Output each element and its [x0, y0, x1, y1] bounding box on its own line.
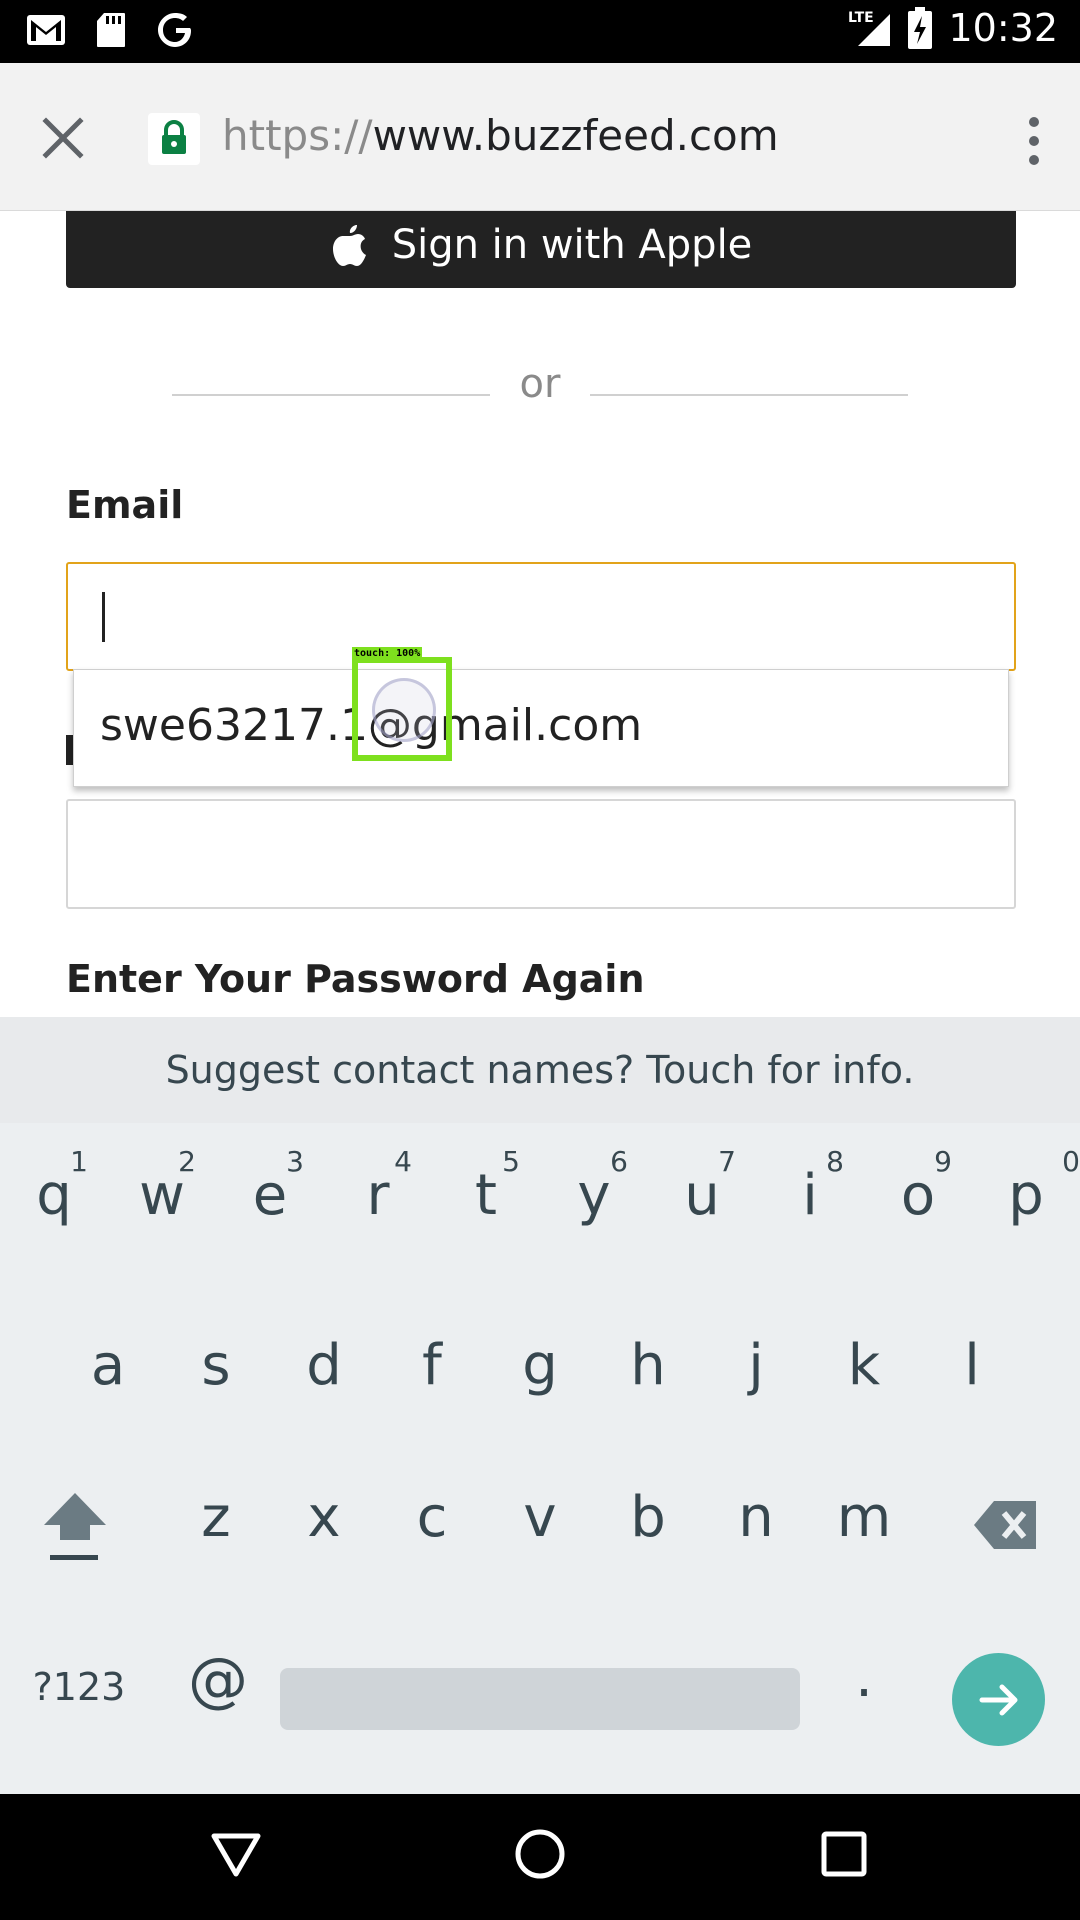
google-icon: [158, 13, 191, 47]
soft-keyboard: q1 w2 e3 r4 t5 y6 u7 i8 o9 p0 a s d f g …: [0, 1123, 1080, 1794]
key-q[interactable]: q1: [0, 1123, 108, 1283]
touch-indicator-box: [352, 657, 452, 761]
web-page: Sign in with Apple or Email Enter Your P…: [0, 211, 1080, 1017]
overflow-menu-icon[interactable]: [1016, 113, 1052, 169]
keyboard-row-3: z x c v b n m: [0, 1445, 1080, 1605]
autofill-dropdown[interactable]: swe63217.1@gmail.com: [73, 669, 1009, 787]
text-caret: [102, 592, 105, 642]
go-key[interactable]: [952, 1653, 1045, 1746]
arrow-right-icon: [979, 1684, 1017, 1715]
keyboard-row-2: a s d f g h j k l: [0, 1283, 1080, 1443]
key-z[interactable]: z: [162, 1445, 270, 1605]
key-e[interactable]: e3: [216, 1123, 324, 1283]
at-key[interactable]: @: [164, 1605, 272, 1765]
key-r[interactable]: r4: [324, 1123, 432, 1283]
sd-card-icon: [97, 13, 125, 47]
key-x[interactable]: x: [270, 1445, 378, 1605]
browser-toolbar: https://www.buzzfeed.com: [0, 63, 1080, 211]
key-u[interactable]: u7: [648, 1123, 756, 1283]
recents-icon[interactable]: [814, 1824, 874, 1884]
key-l[interactable]: l: [918, 1283, 1026, 1443]
home-icon[interactable]: [510, 1824, 570, 1884]
gmail-icon: [27, 15, 65, 45]
key-i[interactable]: i8: [756, 1123, 864, 1283]
email-field[interactable]: [66, 562, 1016, 671]
notification-icons: [26, 10, 196, 50]
key-m[interactable]: m: [810, 1445, 918, 1605]
suggest-contacts-text[interactable]: Suggest contact names? Touch for info.: [166, 1048, 915, 1092]
space-bar[interactable]: [280, 1668, 800, 1730]
key-w[interactable]: w2: [108, 1123, 216, 1283]
key-y[interactable]: y6: [540, 1123, 648, 1283]
key-o[interactable]: o9: [864, 1123, 972, 1283]
key-j[interactable]: j: [702, 1283, 810, 1443]
key-c[interactable]: c: [378, 1445, 486, 1605]
back-icon[interactable]: [206, 1824, 266, 1884]
symbols-key[interactable]: ?123: [24, 1605, 134, 1765]
key-t[interactable]: t5: [432, 1123, 540, 1283]
url-scheme: https://: [222, 111, 373, 160]
password-again-label: Enter Your Password Again: [66, 957, 645, 1001]
key-h[interactable]: h: [594, 1283, 702, 1443]
navigation-bar: [0, 1794, 1080, 1920]
battery-charging-icon: [908, 7, 933, 49]
key-a[interactable]: a: [54, 1283, 162, 1443]
backspace-key[interactable]: [950, 1445, 1060, 1605]
url-host: www.buzzfeed.com: [372, 111, 779, 160]
apple-button-label: Sign in with Apple: [391, 221, 753, 268]
apple-icon: [332, 224, 366, 266]
lock-icon[interactable]: [148, 113, 200, 165]
key-k[interactable]: k: [810, 1283, 918, 1443]
key-p[interactable]: p0: [972, 1123, 1080, 1283]
shift-icon: [44, 1493, 106, 1560]
key-b[interactable]: b: [594, 1445, 702, 1605]
url-bar[interactable]: https://www.buzzfeed.com: [222, 111, 779, 160]
close-icon[interactable]: [36, 111, 90, 165]
email-label: Email: [66, 483, 184, 527]
key-d[interactable]: d: [270, 1283, 378, 1443]
key-f[interactable]: f: [378, 1283, 486, 1443]
key-s[interactable]: s: [162, 1283, 270, 1443]
network-type-label: LTE: [848, 10, 874, 26]
clock: 10:32: [948, 6, 1058, 50]
signal-icon: LTE: [848, 10, 891, 46]
system-icons: LTE 10:32: [848, 6, 1058, 50]
touch-indicator-label: touch: 100%: [352, 647, 423, 660]
status-bar: LTE 10:32: [0, 0, 1080, 63]
key-v[interactable]: v: [486, 1445, 594, 1605]
backspace-icon: [974, 1501, 1036, 1549]
sign-in-with-apple-button[interactable]: Sign in with Apple: [66, 211, 1016, 288]
shift-key[interactable]: [20, 1445, 130, 1605]
divider-or-text: or: [519, 361, 561, 407]
keyboard-suggestion-strip[interactable]: Suggest contact names? Touch for info.: [0, 1017, 1080, 1123]
period-key[interactable]: .: [810, 1605, 918, 1765]
password-field[interactable]: [66, 799, 1016, 909]
key-g[interactable]: g: [486, 1283, 594, 1443]
keyboard-row-1: q1 w2 e3 r4 t5 y6 u7 i8 o9 p0: [0, 1123, 1080, 1283]
key-n[interactable]: n: [702, 1445, 810, 1605]
